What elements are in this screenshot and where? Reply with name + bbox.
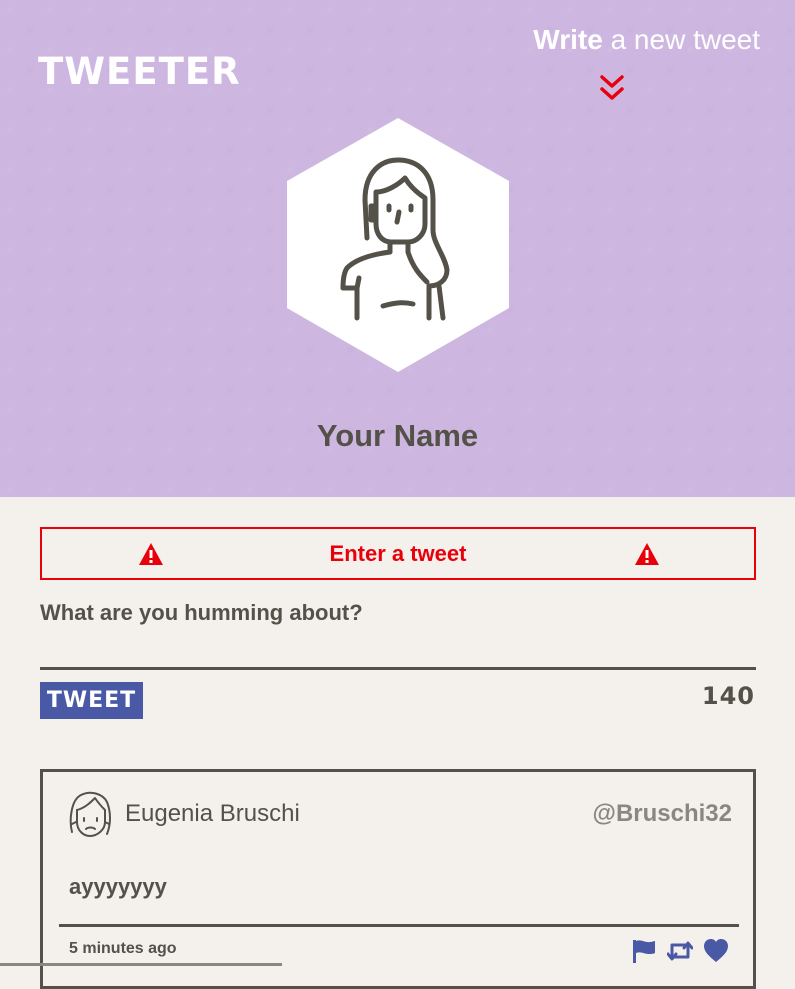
compose-toggle-rest: a new tweet bbox=[602, 24, 760, 55]
character-counter: 140 bbox=[701, 682, 755, 710]
compose-toggle-bold: Write bbox=[533, 24, 603, 55]
tweet-author-handle: @Bruschi32 bbox=[592, 800, 732, 827]
retweet-icon[interactable] bbox=[666, 938, 694, 964]
app-logo[interactable]: TWEETER bbox=[38, 52, 241, 92]
tweet-submit-button[interactable]: TWEET bbox=[40, 682, 143, 719]
tweet-divider bbox=[59, 924, 739, 927]
tweet-input[interactable] bbox=[40, 636, 756, 670]
compose-toggle-label[interactable]: Write a new tweet bbox=[533, 22, 760, 58]
profile-header: TWEETER Write a new tweet Your Name bbox=[0, 0, 795, 497]
flag-icon[interactable] bbox=[631, 938, 657, 964]
user-name: Your Name bbox=[316, 418, 479, 453]
composer-question: What are you humming about? bbox=[40, 600, 363, 625]
sad-woman-avatar-icon bbox=[69, 791, 111, 837]
error-message-box: Enter a tweet bbox=[40, 527, 756, 580]
profile-avatar bbox=[287, 118, 509, 372]
double-chevron-down-icon[interactable] bbox=[599, 73, 625, 103]
warning-triangle-icon bbox=[139, 543, 163, 565]
tweet-author-name: Eugenia Bruschi bbox=[125, 800, 300, 827]
tweet-card: Eugenia Bruschi @Bruschi32 ayyyyyyy 5 mi… bbox=[40, 769, 756, 989]
warning-triangle-icon bbox=[635, 543, 659, 565]
tweet-body: ayyyyyyy bbox=[69, 874, 167, 899]
tweet-actions bbox=[631, 938, 729, 964]
tweet-timestamp: 5 minutes ago bbox=[69, 940, 177, 957]
woman-avatar-icon bbox=[287, 118, 509, 372]
error-message-text: Enter a tweet bbox=[329, 540, 467, 566]
heart-icon[interactable] bbox=[703, 938, 729, 964]
compose-toggle[interactable]: Write a new tweet bbox=[533, 22, 760, 58]
